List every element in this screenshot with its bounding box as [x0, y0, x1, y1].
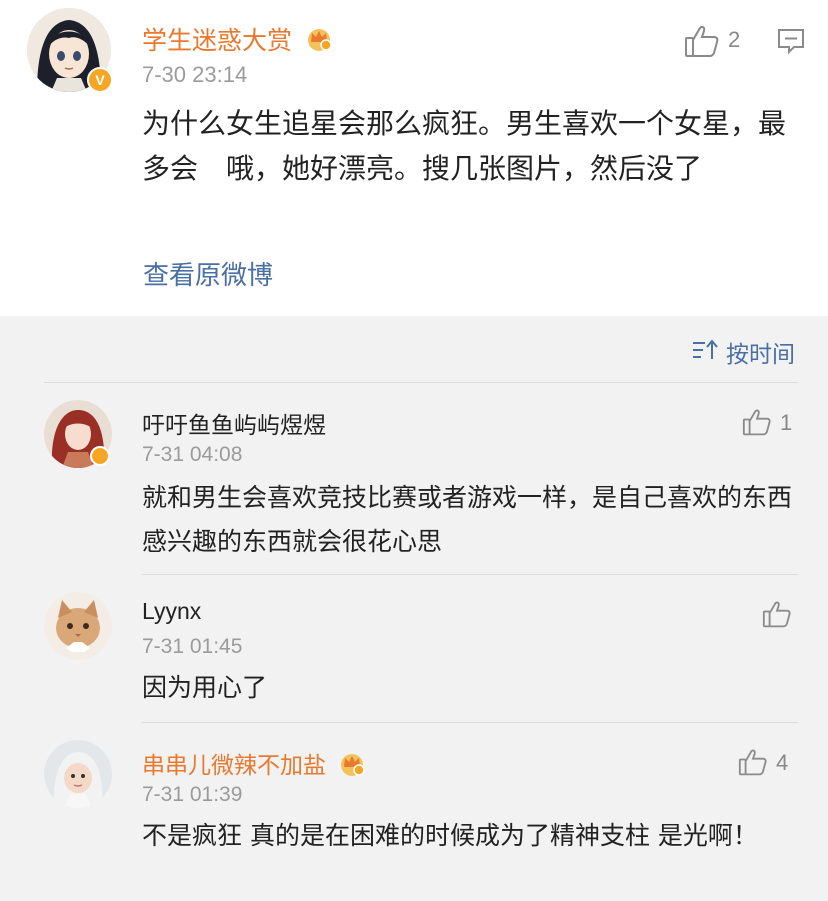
crown-icon	[337, 749, 367, 779]
crown-icon	[304, 24, 334, 54]
divider	[44, 382, 798, 383]
thumbs-up-icon[interactable]	[684, 24, 720, 58]
original-post: V 学生迷惑大赏 7-30 23:14 2 为什么女生追星会那么疯狂。男生喜欢一…	[0, 0, 828, 316]
commenter-name[interactable]: Lyynx	[142, 598, 201, 625]
comment-text: 就和男生会喜欢竞技比赛或者游戏一样，是自己喜欢的东西感兴趣的东西就会很花心思	[142, 483, 793, 556]
thumbs-up-icon[interactable]	[742, 408, 772, 436]
post-like-count: 2	[728, 27, 741, 52]
comments-section: 按时间 吁吁鱼鱼屿屿煜煜 7-31 04:08 1 就和男生会喜欢竞技比赛或者游…	[0, 316, 828, 901]
author-name[interactable]: 学生迷惑大赏	[142, 26, 292, 55]
comment-icon[interactable]	[776, 26, 806, 56]
commenter-avatar[interactable]	[44, 592, 112, 660]
view-original-link[interactable]: 查看原微博	[143, 255, 273, 292]
sort-by-time-button[interactable]: 按时间	[726, 335, 795, 369]
comment-like-count: 1	[780, 410, 793, 435]
comment-like-count: 4	[776, 750, 789, 775]
thumbs-up-icon[interactable]	[738, 748, 768, 776]
sort-icon[interactable]	[691, 338, 719, 362]
comment-text: 因为用心了	[142, 673, 268, 702]
member-badge	[90, 446, 110, 466]
comment-timestamp: 7-31 04:08	[142, 443, 243, 466]
divider	[142, 574, 798, 575]
comment-timestamp: 7-31 01:45	[142, 635, 243, 658]
commenter-name[interactable]: 吁吁鱼鱼屿屿煜煜	[142, 406, 326, 440]
post-text: 为什么女生追星会那么疯狂。男生喜欢一个女星，最多会 哦，她好漂亮。搜几张图片，然…	[142, 107, 787, 185]
post-timestamp: 7-30 23:14	[142, 62, 248, 87]
author-name-row: 学生迷惑大赏	[142, 21, 334, 57]
thumbs-up-icon[interactable]	[762, 600, 792, 628]
divider	[142, 722, 798, 723]
commenter-name[interactable]: 串串儿微辣不加盐	[142, 753, 326, 779]
commenter-name-row: 串串儿微辣不加盐	[142, 746, 367, 780]
comment-timestamp: 7-31 01:39	[142, 783, 243, 806]
verified-badge: V	[87, 67, 113, 93]
comment-text: 不是疯狂 真的是在困难的时候成为了精神支柱 是光啊！	[142, 821, 758, 850]
commenter-avatar[interactable]	[44, 740, 112, 808]
